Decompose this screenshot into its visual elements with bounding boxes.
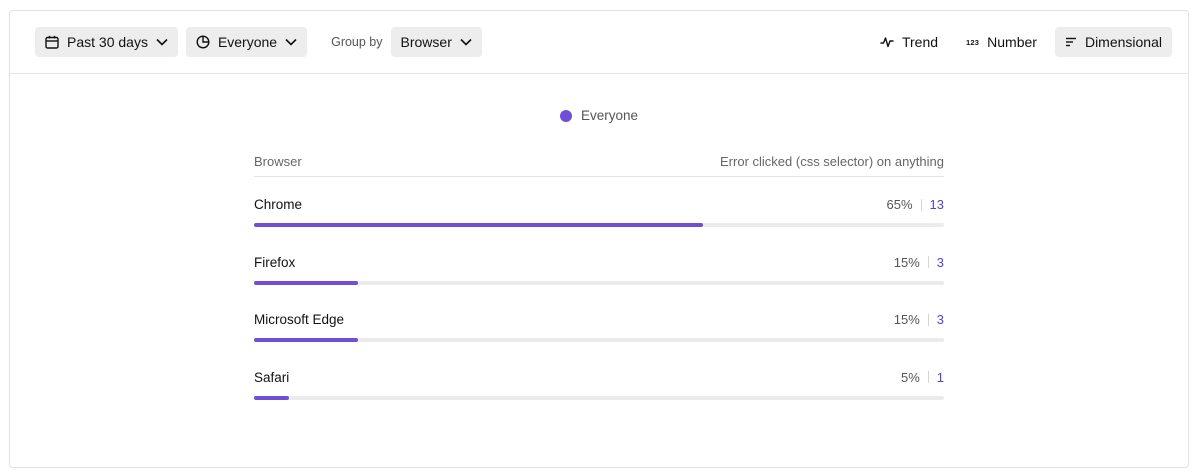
row-values: 15% 3: [894, 255, 944, 270]
trend-view-button[interactable]: Trend: [870, 27, 948, 57]
trend-view-label: Trend: [901, 34, 939, 50]
date-range-dropdown[interactable]: Past 30 days: [35, 27, 178, 57]
row-percent: 15%: [893, 312, 920, 327]
bar-track: [254, 223, 944, 227]
chart-legend: Everyone: [10, 108, 1188, 123]
group-by-dropdown[interactable]: Browser: [390, 27, 482, 57]
bar-fill: [254, 280, 358, 285]
column-header-metric: Error clicked (css selector) on anything: [720, 154, 944, 169]
row-dimension-label: Microsoft Edge: [254, 312, 345, 327]
dimensional-icon: [1065, 37, 1076, 47]
row-count: 1: [936, 369, 944, 385]
chevron-down-icon: [156, 38, 168, 46]
row-dimension-label: Safari: [254, 369, 290, 385]
group-by-label: Group by: [331, 35, 383, 49]
row-count: 3: [936, 312, 944, 327]
table-header: Browser Error clicked (css selector) on …: [254, 147, 944, 177]
bar-fill: [254, 395, 289, 400]
row-percent: 65%: [886, 197, 913, 212]
dimensional-view-label: Dimensional: [1084, 34, 1162, 50]
row-count: 3: [936, 254, 944, 270]
cohort-label: Everyone: [217, 34, 278, 50]
value-separator: [927, 313, 929, 326]
report-card: Past 30 days Everyone Group by Browser T…: [9, 10, 1189, 468]
group-by-value: Browser: [400, 34, 452, 50]
table-row[interactable]: Chrome 65% 13: [254, 177, 944, 235]
value-separator: [920, 198, 922, 211]
report-toolbar: Past 30 days Everyone Group by Browser T…: [10, 11, 1188, 74]
trend-icon: [880, 37, 894, 48]
pie-chart-icon: [196, 35, 210, 49]
bar-track: [254, 338, 944, 342]
row-dimension-label: Firefox: [254, 254, 296, 270]
cohort-dropdown[interactable]: Everyone: [185, 27, 308, 57]
chevron-down-icon: [285, 38, 297, 46]
row-values: 15% 3: [894, 312, 944, 327]
calendar-icon: [45, 35, 59, 49]
chevron-down-icon: [460, 38, 472, 46]
value-separator: [927, 371, 929, 383]
number-view-label: Number: [987, 34, 1037, 50]
table-rows: Chrome 65% 13 Firefox 15% 3 Microsoft Edge 15% 3…: [254, 177, 944, 407]
view-switcher: Trend 123 Number Dimensional: [870, 27, 1172, 57]
value-separator: [927, 256, 929, 268]
table-row[interactable]: Safari 5% 1: [254, 350, 944, 408]
dimensional-table: Browser Error clicked (css selector) on …: [254, 147, 944, 407]
bar-track: [254, 395, 944, 400]
row-count: 13: [929, 197, 944, 212]
row-percent: 5%: [900, 369, 920, 385]
bar-track: [254, 280, 944, 285]
number-view-button[interactable]: 123 Number: [956, 27, 1047, 57]
row-values: 5% 1: [901, 370, 944, 385]
legend-label: Everyone: [580, 108, 639, 123]
date-range-label: Past 30 days: [67, 34, 148, 50]
row-dimension-label: Chrome: [254, 197, 303, 212]
row-percent: 15%: [893, 254, 920, 270]
table-row[interactable]: Microsoft Edge 15% 3: [254, 292, 944, 350]
number-icon: 123: [966, 37, 980, 47]
dimensional-view-button[interactable]: Dimensional: [1054, 27, 1172, 57]
bar-fill: [254, 338, 358, 342]
bar-fill: [254, 223, 703, 227]
table-row[interactable]: Firefox 15% 3: [254, 235, 944, 293]
row-values: 65% 13: [887, 197, 945, 212]
column-header-dimension: Browser: [254, 154, 302, 169]
legend-swatch: [559, 109, 572, 122]
